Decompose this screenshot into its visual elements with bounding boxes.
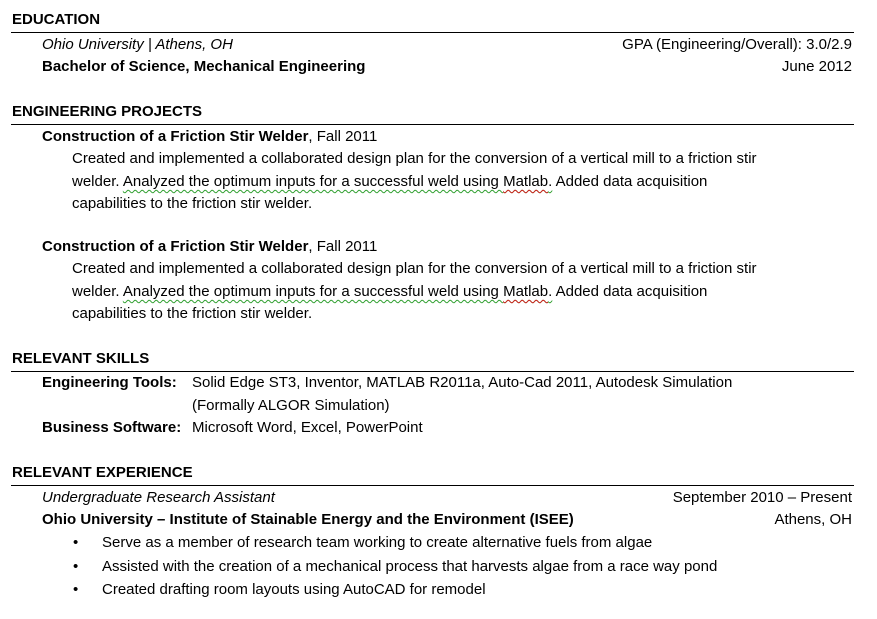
project-desc-line-3: capabilities to the friction stir welder… bbox=[72, 195, 313, 212]
project-title-line: Construction of a Friction Stir Welder, … bbox=[42, 237, 377, 257]
skill-label-business: Business Software: bbox=[42, 419, 182, 436]
education-date: June 2012 bbox=[781, 58, 852, 75]
education-heading: EDUCATION bbox=[12, 11, 101, 28]
projects-heading: ENGINEERING PROJECTS bbox=[12, 103, 203, 120]
project-title: Construction of a Friction Stir Welder bbox=[42, 238, 309, 255]
list-item: Serve as a member of research team worki… bbox=[102, 534, 653, 551]
education-gpa: GPA (Engineering/Overall): 3.0/2.9 bbox=[622, 36, 852, 53]
project-desc-line-3: capabilities to the friction stir welder… bbox=[72, 305, 313, 322]
experience-dates: September 2010 – Present bbox=[672, 489, 852, 506]
project-title: Construction of a Friction Stir Welder bbox=[42, 128, 309, 145]
grammar-flag: Analyzed the optimum inputs for a succes… bbox=[122, 173, 553, 190]
experience-location: Athens, OH bbox=[774, 511, 852, 528]
experience-role: Undergraduate Research Assistant bbox=[42, 489, 275, 506]
spelling-flag: Matlab bbox=[503, 283, 549, 300]
education-divider bbox=[11, 32, 854, 33]
experience-divider bbox=[11, 485, 854, 486]
education-institution: Ohio University | Athens, OH bbox=[42, 36, 233, 53]
skills-heading: RELEVANT SKILLS bbox=[12, 350, 150, 367]
project-desc-line-1: Created and implemented a collaborated d… bbox=[72, 260, 757, 277]
project-desc-line-2: welder. Analyzed the optimum inputs for … bbox=[72, 173, 708, 190]
experience-heading: RELEVANT EXPERIENCE bbox=[12, 464, 193, 481]
bullet-icon: • bbox=[73, 581, 79, 598]
project-desc-line-1: Created and implemented a collaborated d… bbox=[72, 150, 757, 167]
project-term: , Fall 2011 bbox=[308, 238, 378, 255]
project-title-line: Construction of a Friction Stir Welder, … bbox=[42, 127, 377, 147]
skill-value-business: Microsoft Word, Excel, PowerPoint bbox=[192, 419, 423, 436]
bullet-icon: • bbox=[73, 534, 79, 551]
skill-label-engineering: Engineering Tools: bbox=[42, 374, 177, 391]
list-item: Created drafting room layouts using Auto… bbox=[102, 581, 486, 598]
skill-value-engineering-cont: (Formally ALGOR Simulation) bbox=[192, 397, 390, 414]
list-item: Assisted with the creation of a mechanic… bbox=[102, 558, 718, 575]
bullet-icon: • bbox=[73, 558, 79, 575]
skills-divider bbox=[11, 371, 854, 372]
grammar-flag: Analyzed the optimum inputs for a succes… bbox=[122, 283, 553, 300]
spelling-flag: Matlab bbox=[503, 173, 549, 190]
experience-organization: Ohio University – Institute of Stainable… bbox=[42, 511, 574, 528]
skill-value-engineering: Solid Edge ST3, Inventor, MATLAB R2011a,… bbox=[192, 374, 733, 391]
projects-divider bbox=[11, 124, 854, 125]
project-desc-line-2: welder. Analyzed the optimum inputs for … bbox=[72, 283, 708, 300]
project-term: , Fall 2011 bbox=[308, 128, 378, 145]
education-degree: Bachelor of Science, Mechanical Engineer… bbox=[42, 58, 366, 75]
